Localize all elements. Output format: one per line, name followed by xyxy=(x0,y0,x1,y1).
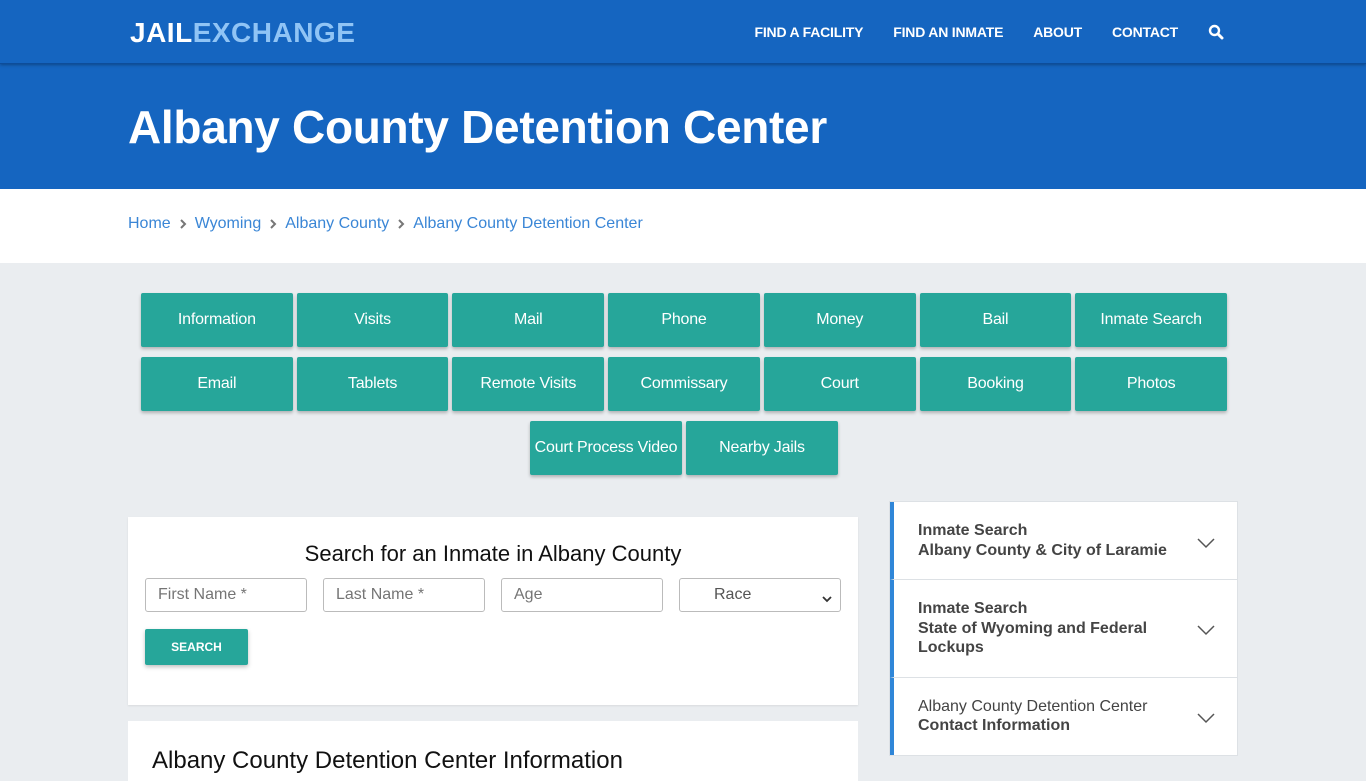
tab-information[interactable]: Information xyxy=(140,293,293,347)
tab-phone[interactable]: Phone xyxy=(608,293,760,347)
nav-about[interactable]: ABOUT xyxy=(1033,24,1082,40)
facility-tabs: Information Visits Mail Phone Money Bail… xyxy=(139,293,1229,485)
search-title: Search for an Inmate in Albany County xyxy=(304,541,682,566)
tab-photos[interactable]: Photos xyxy=(1075,357,1228,411)
tab-inmate-search[interactable]: Inmate Search xyxy=(1075,293,1228,347)
tab-remote-visits[interactable]: Remote Visits xyxy=(452,357,605,411)
age-input[interactable] xyxy=(501,578,663,612)
tab-court-process-video[interactable]: Court Process Video xyxy=(530,421,682,475)
accordion-line2: State of Wyoming and Federal Lockups xyxy=(918,619,1148,657)
info-title: Albany County Detention Center Informati… xyxy=(152,747,623,774)
accordion-line2: Albany County & City of Laramie xyxy=(918,541,1167,559)
accordion-line1: Inmate Search xyxy=(918,522,1028,539)
breadcrumb-home[interactable]: Home xyxy=(128,215,171,233)
tab-booking[interactable]: Booking xyxy=(919,357,1072,411)
breadcrumb-wyoming[interactable]: Wyoming xyxy=(195,215,262,233)
chevron-right-icon xyxy=(171,219,195,229)
chevron-down-icon xyxy=(1197,535,1215,555)
accordion-line1: Inmate Search xyxy=(918,600,1028,617)
logo-jail: JAIL xyxy=(130,17,193,48)
nav-find-a-facility[interactable]: FIND A FACILITY xyxy=(755,24,864,40)
search-button[interactable]: SEARCH xyxy=(145,629,248,665)
top-navbar: JAILEXCHANGE FIND A FACILITY FIND AN INM… xyxy=(0,0,1366,64)
tab-nearby-jails[interactable]: Nearby Jails xyxy=(686,421,838,475)
page-title: Albany County Detention Center xyxy=(128,101,827,153)
nav-find-an-inmate[interactable]: FIND AN INMATE xyxy=(893,24,1003,40)
tab-visits[interactable]: Visits xyxy=(296,293,449,347)
breadcrumb-albany-county[interactable]: Albany County xyxy=(285,215,389,233)
breadcrumb-current[interactable]: Albany County Detention Center xyxy=(413,215,642,233)
tab-email[interactable]: Email xyxy=(140,357,293,411)
tab-commissary[interactable]: Commissary xyxy=(608,357,760,411)
accordion-line2: Contact Information xyxy=(918,717,1070,734)
tab-court[interactable]: Court xyxy=(763,357,916,411)
tab-money[interactable]: Money xyxy=(763,293,916,347)
nav-contact[interactable]: CONTACT xyxy=(1112,24,1178,40)
hero-banner: Albany County Detention Center xyxy=(0,64,1366,189)
breadcrumb: Home Wyoming Albany County Albany County… xyxy=(0,189,1366,263)
tab-tablets[interactable]: Tablets xyxy=(296,357,449,411)
tab-bail[interactable]: Bail xyxy=(919,293,1072,347)
last-name-input[interactable] xyxy=(323,578,485,612)
sidebar-accordion: Inmate Search Albany County & City of La… xyxy=(889,501,1238,756)
logo-exchange: EXCHANGE xyxy=(192,17,356,48)
chevron-right-icon xyxy=(389,219,413,229)
search-icon[interactable] xyxy=(1208,24,1224,40)
chevron-down-icon xyxy=(1197,622,1215,642)
accordion-inmate-search-county[interactable]: Inmate Search Albany County & City of La… xyxy=(890,502,1237,580)
jailexchange-logo[interactable]: JAILEXCHANGE xyxy=(130,17,355,49)
main-nav: FIND A FACILITY FIND AN INMATE ABOUT CON… xyxy=(725,0,1224,64)
accordion-line1: Albany County Detention Center xyxy=(918,697,1148,715)
chevron-right-icon xyxy=(261,219,285,229)
race-select[interactable]: Race xyxy=(679,578,841,612)
chevron-down-icon xyxy=(822,590,832,608)
facility-info-card: Albany County Detention Center Informati… xyxy=(128,721,858,781)
chevron-down-icon xyxy=(1197,710,1215,730)
first-name-input[interactable] xyxy=(145,578,307,612)
race-select-value: Race xyxy=(714,586,752,603)
accordion-contact-information[interactable]: Albany County Detention Center Contact I… xyxy=(890,677,1237,755)
tab-mail[interactable]: Mail xyxy=(452,293,605,347)
inmate-search-card: Search for an Inmate in Albany County Ra… xyxy=(128,517,858,705)
accordion-inmate-search-state[interactable]: Inmate Search State of Wyoming and Feder… xyxy=(890,580,1237,678)
